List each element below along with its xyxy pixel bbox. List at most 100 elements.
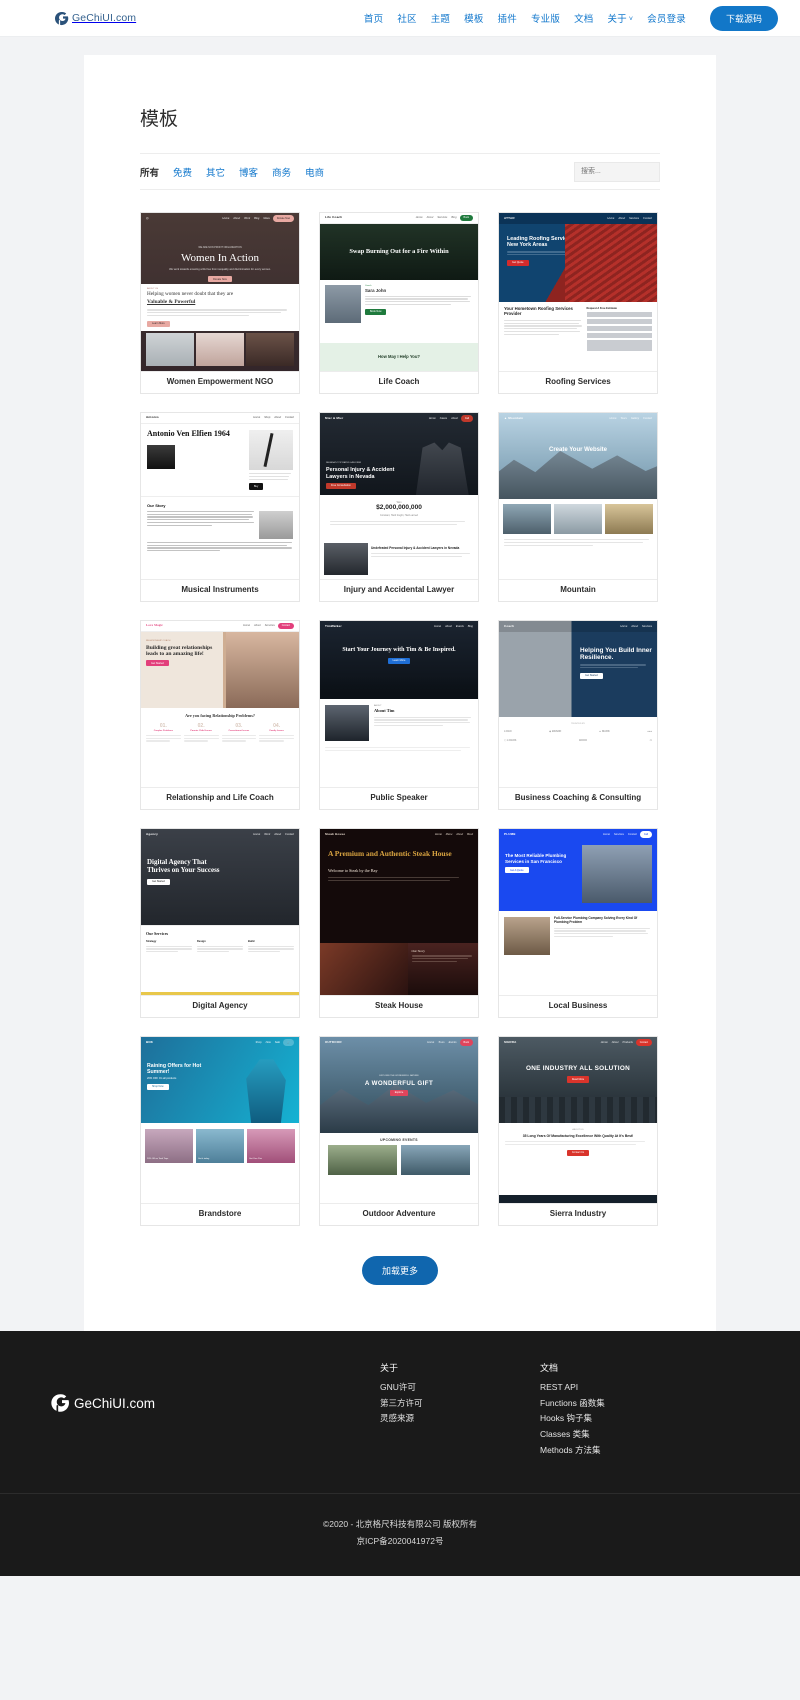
footer-link-hooks[interactable]: Hooks 钩子集 <box>540 1411 750 1427</box>
thumb-hero-title: Antonio Ven Elfien 1964 <box>147 429 230 438</box>
template-card-title: Mountain <box>499 579 657 601</box>
thumb-hero-title: Create Your Website <box>548 447 608 453</box>
nav-item-pro[interactable]: 专业版 <box>531 11 560 25</box>
nav-item-docs[interactable]: 文档 <box>574 11 593 25</box>
footer-link-methods[interactable]: Methods 方法集 <box>540 1443 750 1459</box>
template-card[interactable]: Coach Home About Services Helping You Buil… <box>498 620 658 810</box>
template-card-title: Injury and Accidental Lawyer <box>320 579 478 601</box>
footer-link-rest-api[interactable]: REST API <box>540 1380 750 1396</box>
nav-item-community[interactable]: 社区 <box>397 11 416 25</box>
footer-link-inspiration[interactable]: 灵感来源 <box>380 1411 540 1427</box>
template-card[interactable]: Love Magic Home About Services Contact REL… <box>140 620 300 810</box>
thumb-section-title: Welcome to Steak by the Bay <box>328 868 378 874</box>
thumb-section-title: Full-Service Plumbing Company Solving Ev… <box>554 916 638 924</box>
nav-item-templates[interactable]: 模板 <box>464 11 483 25</box>
nav-item-plugins[interactable]: 插件 <box>498 11 517 25</box>
footer-logo-text: GeChiUI.com <box>74 1395 156 1411</box>
thumb-hero-title: ONE INDUSTRY ALL SOLUTION <box>525 1065 631 1072</box>
thumb-brand: Love Magic <box>146 623 164 628</box>
thumb-hero-title: Raining Offers for Hot Summer! <box>147 1063 202 1076</box>
nav-item-themes[interactable]: 主题 <box>431 11 450 25</box>
footer-link-gnu[interactable]: GNU许可 <box>380 1380 540 1396</box>
nav-item-home[interactable]: 首页 <box>364 11 383 25</box>
template-card-title: Roofing Services <box>499 371 657 393</box>
thumb-section-title: Your Hometown Roofing Services Provider <box>504 306 573 316</box>
footer-link-third-party[interactable]: 第三方许可 <box>380 1396 540 1412</box>
template-card[interactable]: Life Coach Home About Services Blog Book Sw… <box>319 212 479 394</box>
thumb-band-text: How May I Help You? <box>378 354 420 360</box>
filter-bar: 所有 免费 其它 博客 商务 电商 <box>140 153 660 190</box>
nav-item-login[interactable]: 会员登录 <box>647 11 686 25</box>
template-thumbnail: Antonio Home Shop About Contact Antonio Ven… <box>141 413 299 579</box>
thumb-brand: BNK <box>146 1039 154 1044</box>
thumb-hero-title: Personal Injury & Accident Lawyers in Ne… <box>326 467 395 480</box>
thumb-band-text: Undefeated Personal Injury & Accident La… <box>371 546 460 550</box>
thumb-form-title: Request A Free Estimate <box>586 307 617 310</box>
footer-column-docs: 文档 REST API Functions 函数集 Hooks 钩子集 Clas… <box>540 1361 750 1459</box>
thumb-brand: Steak House <box>325 831 346 836</box>
template-thumbnail: ▲ Mountain Home Tours Gallery Contact Creat… <box>499 413 657 579</box>
template-card[interactable]: ▲ Mountain Home Tours Gallery Contact Creat… <box>498 412 658 602</box>
footer-link-functions[interactable]: Functions 函数集 <box>540 1396 750 1412</box>
template-card[interactable]: Mier & Mier Home Cases About Call NEVADA'S… <box>319 412 479 602</box>
thumb-section-title: UPCOMING EVENTS <box>380 1138 418 1142</box>
thumb-brand: ATTAR <box>504 215 515 220</box>
search-input[interactable] <box>574 161 660 182</box>
gechiui-logo-icon <box>55 11 69 25</box>
icp-license[interactable]: 京ICP备2020041972号 <box>0 1533 800 1550</box>
thumb-section-title-em: Valuable & Powerful <box>147 299 196 306</box>
copyright-text: ©2020 - 北京格尺科技有限公司 版权所有 <box>322 1519 478 1529</box>
thumb-brand: Antonio <box>146 415 159 420</box>
load-more-button[interactable]: 加载更多 <box>361 1256 438 1285</box>
footer-link-classes[interactable]: Classes 类集 <box>540 1427 750 1443</box>
template-thumbnail: SIERRA Home About Products Contact ONE IND… <box>499 1037 657 1203</box>
thumb-section-title: About Tim <box>374 707 395 713</box>
site-logo[interactable]: GeChiUI.com <box>54 11 136 26</box>
thumb-brand: ◎ <box>146 215 149 220</box>
filter-free[interactable]: 免费 <box>173 165 192 179</box>
template-card[interactable]: BNK Shop New Sale 🛒 Raining Offers for Hot… <box>140 1036 300 1226</box>
thumb-hero-title: Women In Action <box>181 252 259 265</box>
copyright-bar: ©2020 - 北京格尺科技有限公司 版权所有 京ICP备2020041972号 <box>0 1493 800 1576</box>
footer-logo[interactable]: GeChiUI.com <box>50 1361 380 1413</box>
filter-other[interactable]: 其它 <box>206 165 225 179</box>
thumb-hero-sub: 20% OFF On all products <box>147 1077 177 1081</box>
templates-panel: 模板 所有 免费 其它 博客 商务 电商 ◎ HomeAbo <box>84 55 716 1331</box>
thumb-stat-sub: Constant, Hard fought, Hard earned <box>379 513 418 517</box>
template-card-title: Public Speaker <box>320 787 478 809</box>
main-navigation: 首页 社区 主题 模板 插件 专业版 文档 关于 ˅ 会员登录 下载源码 <box>364 5 778 31</box>
template-thumbnail: ATTAR Home About Services Contact Leading R… <box>499 213 657 371</box>
thumb-section-title: Our Story <box>147 502 166 508</box>
template-card-title: Local Business <box>499 995 657 1017</box>
footer-column-title: 文档 <box>540 1363 559 1373</box>
page-body: 模板 所有 免费 其它 博客 商务 电商 ◎ HomeAbo <box>0 37 800 1331</box>
nav-item-about[interactable]: 关于 ˅ <box>607 11 633 25</box>
template-card[interactable]: SIERRA Home About Products Contact ONE IND… <box>498 1036 658 1226</box>
filter-business[interactable]: 商务 <box>272 165 291 179</box>
template-thumbnail: Coach Home About Services Helping You Buil… <box>499 621 657 787</box>
thumb-stat-value: $2,000,000,000 <box>376 504 422 512</box>
download-source-button[interactable]: 下载源码 <box>709 5 778 31</box>
template-card[interactable]: ◎ Home About Work Blog News Donate Now WE AR… <box>140 212 300 394</box>
site-logo-text: GeChiUI.com <box>72 12 137 24</box>
template-card[interactable]: ATTAR Home About Services Contact Leading R… <box>498 212 658 394</box>
template-card-title: Musical Instruments <box>141 579 299 601</box>
thumb-hero-title: Helping You Build Inner Resilience. <box>580 647 652 662</box>
thumb-person-name: Sara John <box>365 287 387 293</box>
site-header: GeChiUI.com 首页 社区 主题 模板 插件 专业版 文档 关于 ˅ 会… <box>0 0 800 37</box>
filter-ecommerce[interactable]: 电商 <box>305 165 324 179</box>
template-card[interactable]: Antonio Home Shop About Contact Antonio Ven… <box>140 412 300 602</box>
template-card-title: Women Empowerment NGO <box>141 371 299 393</box>
nav-item-about-label: 关于 <box>607 14 627 25</box>
template-thumbnail: PLUMB Home Services Contact Call The Most … <box>499 829 657 995</box>
thumb-hero-title: A WONDERFUL GIFT <box>364 1079 434 1087</box>
template-card[interactable]: Steak House Home Menu About Book A Premium … <box>319 828 479 1018</box>
template-card-title: Relationship and Life Coach <box>141 787 299 809</box>
template-card[interactable]: OUTDOOR Home Tours Events Book EXPLORE THE… <box>319 1036 479 1226</box>
template-card[interactable]: PLUMB Home Services Contact Call The Most … <box>498 828 658 1018</box>
template-card-title: Business Coaching & Consulting <box>499 787 657 809</box>
template-card[interactable]: TimWalker Home About Events Blog Start Your… <box>319 620 479 810</box>
template-card[interactable]: Agency Home Work About Contact Digital Agen… <box>140 828 300 1018</box>
filter-all[interactable]: 所有 <box>140 165 159 179</box>
filter-blog[interactable]: 博客 <box>239 165 258 179</box>
